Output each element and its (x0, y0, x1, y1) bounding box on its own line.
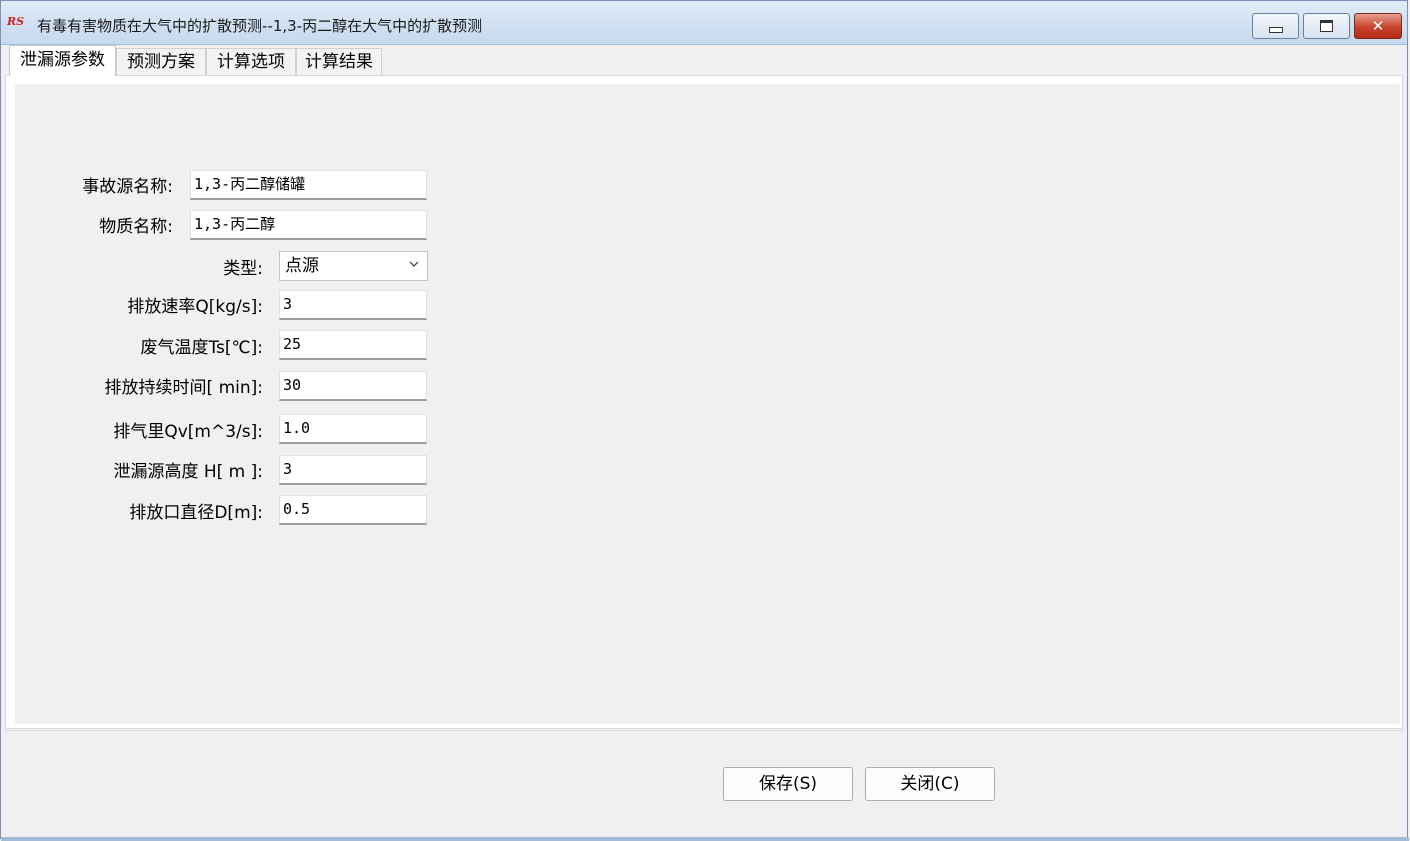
gas-temp-field[interactable]: 25 (279, 330, 427, 360)
app-window: RS 有毒有害物质在大气中的扩散预测--1,3-丙二醇在大气中的扩散预测 ✕ 泄… (0, 0, 1409, 841)
substance-name-label: 物质名称: (99, 217, 173, 237)
save-button[interactable]: 保存(S) (723, 767, 853, 801)
source-height-field[interactable]: 3 (279, 455, 427, 485)
minimize-button[interactable] (1252, 13, 1299, 39)
substance-name-field[interactable]: 1,3-丙二醇 (190, 210, 427, 240)
duration-field[interactable]: 30 (279, 371, 427, 401)
close-button[interactable]: 关闭(C) (865, 767, 995, 801)
duration-label: 排放持续时间[ min]: (104, 378, 263, 398)
window-title: 有毒有害物质在大气中的扩散预测--1,3-丙二醇在大气中的扩散预测 (37, 17, 483, 35)
emission-rate-field[interactable]: 3 (279, 290, 427, 320)
emission-rate-label: 排放速率Q[kg/s]: (127, 297, 263, 317)
source-name-label: 事故源名称: (82, 177, 173, 197)
tab-prediction-scheme[interactable]: 预测方案 (116, 48, 206, 76)
tab-calculation-results[interactable]: 计算结果 (296, 48, 382, 76)
type-select-value: 点源 (285, 256, 319, 276)
source-height-label: 泄漏源高度 H[ m ]: (113, 462, 263, 482)
app-logo-icon: RS (7, 15, 25, 28)
exhaust-volume-label: 排气里Qv[m^3/s]: (113, 422, 263, 442)
close-icon: ✕ (1371, 16, 1385, 35)
maximize-button[interactable] (1303, 13, 1350, 39)
chevron-down-icon (409, 261, 419, 267)
tab-leak-source-params[interactable]: 泄漏源参数 (9, 45, 116, 76)
window-bottom-border (1, 837, 1409, 841)
close-window-button[interactable]: ✕ (1354, 13, 1402, 39)
type-select[interactable]: 点源 (279, 251, 428, 281)
maximize-icon (1320, 20, 1333, 32)
type-label: 类型: (223, 259, 263, 279)
minimize-icon (1268, 27, 1283, 33)
title-bar[interactable]: RS 有毒有害物质在大气中的扩散预测--1,3-丙二醇在大气中的扩散预测 ✕ (1, 1, 1407, 45)
gas-temp-label: 废气温度Ts[℃]: (140, 338, 263, 358)
outlet-diameter-label: 排放口直径D[m]: (129, 503, 263, 523)
source-name-field[interactable]: 1,3-丙二醇储罐 (190, 170, 427, 200)
outlet-diameter-field[interactable]: 0.5 (279, 495, 427, 525)
exhaust-volume-field[interactable]: 1.0 (279, 414, 427, 444)
tab-calculation-options[interactable]: 计算选项 (206, 48, 296, 76)
divider (5, 730, 1405, 731)
